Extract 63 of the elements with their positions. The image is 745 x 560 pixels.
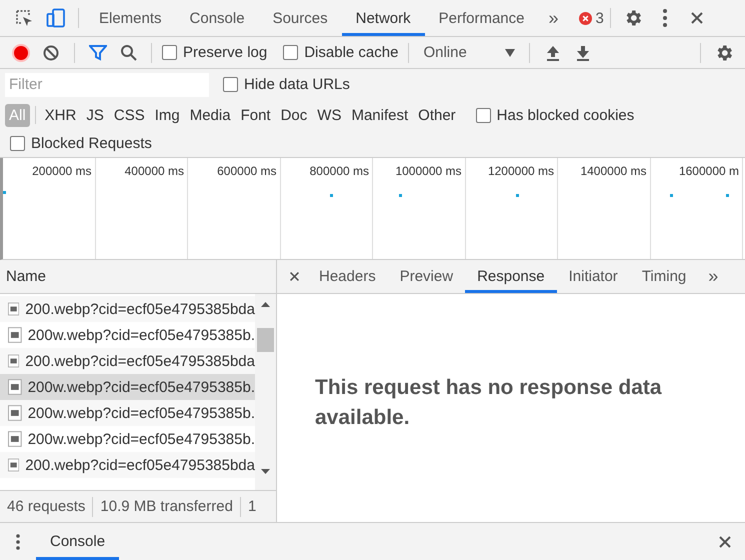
time-tick-label: 800000 ms: [310, 164, 369, 178]
type-filter[interactable]: Other: [414, 104, 460, 126]
more-tabs-button[interactable]: »: [698, 266, 728, 287]
time-tick-label: 1200000 ms: [488, 164, 554, 178]
panel-tab[interactable]: Console: [176, 0, 259, 36]
scrollbar[interactable]: [255, 294, 276, 490]
panel-tab[interactable]: Sources: [258, 0, 342, 36]
image-file-icon: [8, 379, 22, 395]
image-file-icon: [8, 353, 20, 369]
detail-tab[interactable]: Timing: [630, 260, 698, 293]
close-icon: [690, 11, 704, 25]
request-row[interactable]: 200w.webp?cid=ecf05e4795385b.: [0, 374, 255, 400]
summary-text: 46 requests: [7, 498, 86, 515]
empty-message: This request has no response data available.: [315, 375, 663, 431]
detail-tab[interactable]: Headers: [307, 260, 388, 293]
column-header[interactable]: Name: [6, 268, 46, 285]
three-dots-icon: [16, 534, 20, 550]
more-tabs-button[interactable]: »: [538, 8, 569, 28]
type-filter[interactable]: CSS: [110, 104, 149, 126]
image-file-icon: [8, 405, 22, 421]
close-icon: [718, 534, 732, 548]
request-row[interactable]: 200w.webp?cid=ecf05e4795385b.: [0, 400, 255, 426]
time-tick-label: 1000000 ms: [395, 164, 462, 178]
close-icon: [288, 271, 300, 282]
detail-tab[interactable]: Preview: [388, 260, 466, 293]
type-filter[interactable]: JS: [82, 104, 108, 126]
panel-tab[interactable]: Performance: [424, 0, 538, 36]
time-tick-label: 200000 ms: [32, 164, 92, 178]
error-count: 3: [596, 10, 604, 26]
error-icon: [578, 12, 592, 24]
checkbox[interactable]: Disable cache: [283, 44, 398, 61]
image-file-icon: [8, 431, 22, 447]
summary-text: 1: [248, 498, 256, 515]
checkbox[interactable]: Hide data URLs: [223, 76, 350, 93]
time-tick-label: 1400000 ms: [580, 164, 646, 178]
type-filter[interactable]: WS: [313, 104, 346, 126]
checkbox[interactable]: Preserve log: [162, 44, 268, 61]
type-filter[interactable]: Manifest: [347, 104, 412, 126]
panel-tab[interactable]: Elements: [85, 0, 176, 36]
image-file-icon: [8, 327, 22, 343]
request-row[interactable]: 200.webp?cid=ecf05e4795385bda: [0, 348, 255, 374]
time-tick-label: 400000 ms: [124, 164, 184, 178]
three-dots-icon: [662, 9, 667, 27]
type-filter[interactable]: Font: [236, 104, 275, 126]
checkbox[interactable]: Blocked Requests: [10, 135, 152, 152]
type-filter[interactable]: Doc: [276, 104, 312, 126]
detail-tab[interactable]: Response: [465, 260, 557, 293]
type-filter[interactable]: Media: [186, 104, 235, 126]
caret-icon: [505, 48, 516, 56]
request-row[interactable]: 200.webp?cid=ecf05e4795385bda: [0, 452, 255, 478]
image-file-icon: [8, 457, 20, 473]
time-tick-label: 600000 ms: [217, 164, 276, 178]
summary-text: 10.9 MB transferred: [100, 498, 233, 515]
image-file-icon: [8, 301, 20, 317]
detail-tab[interactable]: Initiator: [556, 260, 630, 293]
filter-field[interactable]: Filter: [5, 72, 209, 96]
checkbox[interactable]: Has blocked cookies: [476, 106, 634, 124]
drawer-tab[interactable]: Console: [36, 523, 120, 560]
request-row[interactable]: 200.webp?cid=ecf05e4795385bda: [0, 296, 255, 322]
type-filter[interactable]: XHR: [40, 104, 80, 126]
type-filter[interactable]: Img: [150, 104, 184, 126]
throttling-dropdown[interactable]: Online: [419, 44, 520, 61]
time-tick-label: 1600000 m: [678, 164, 739, 178]
